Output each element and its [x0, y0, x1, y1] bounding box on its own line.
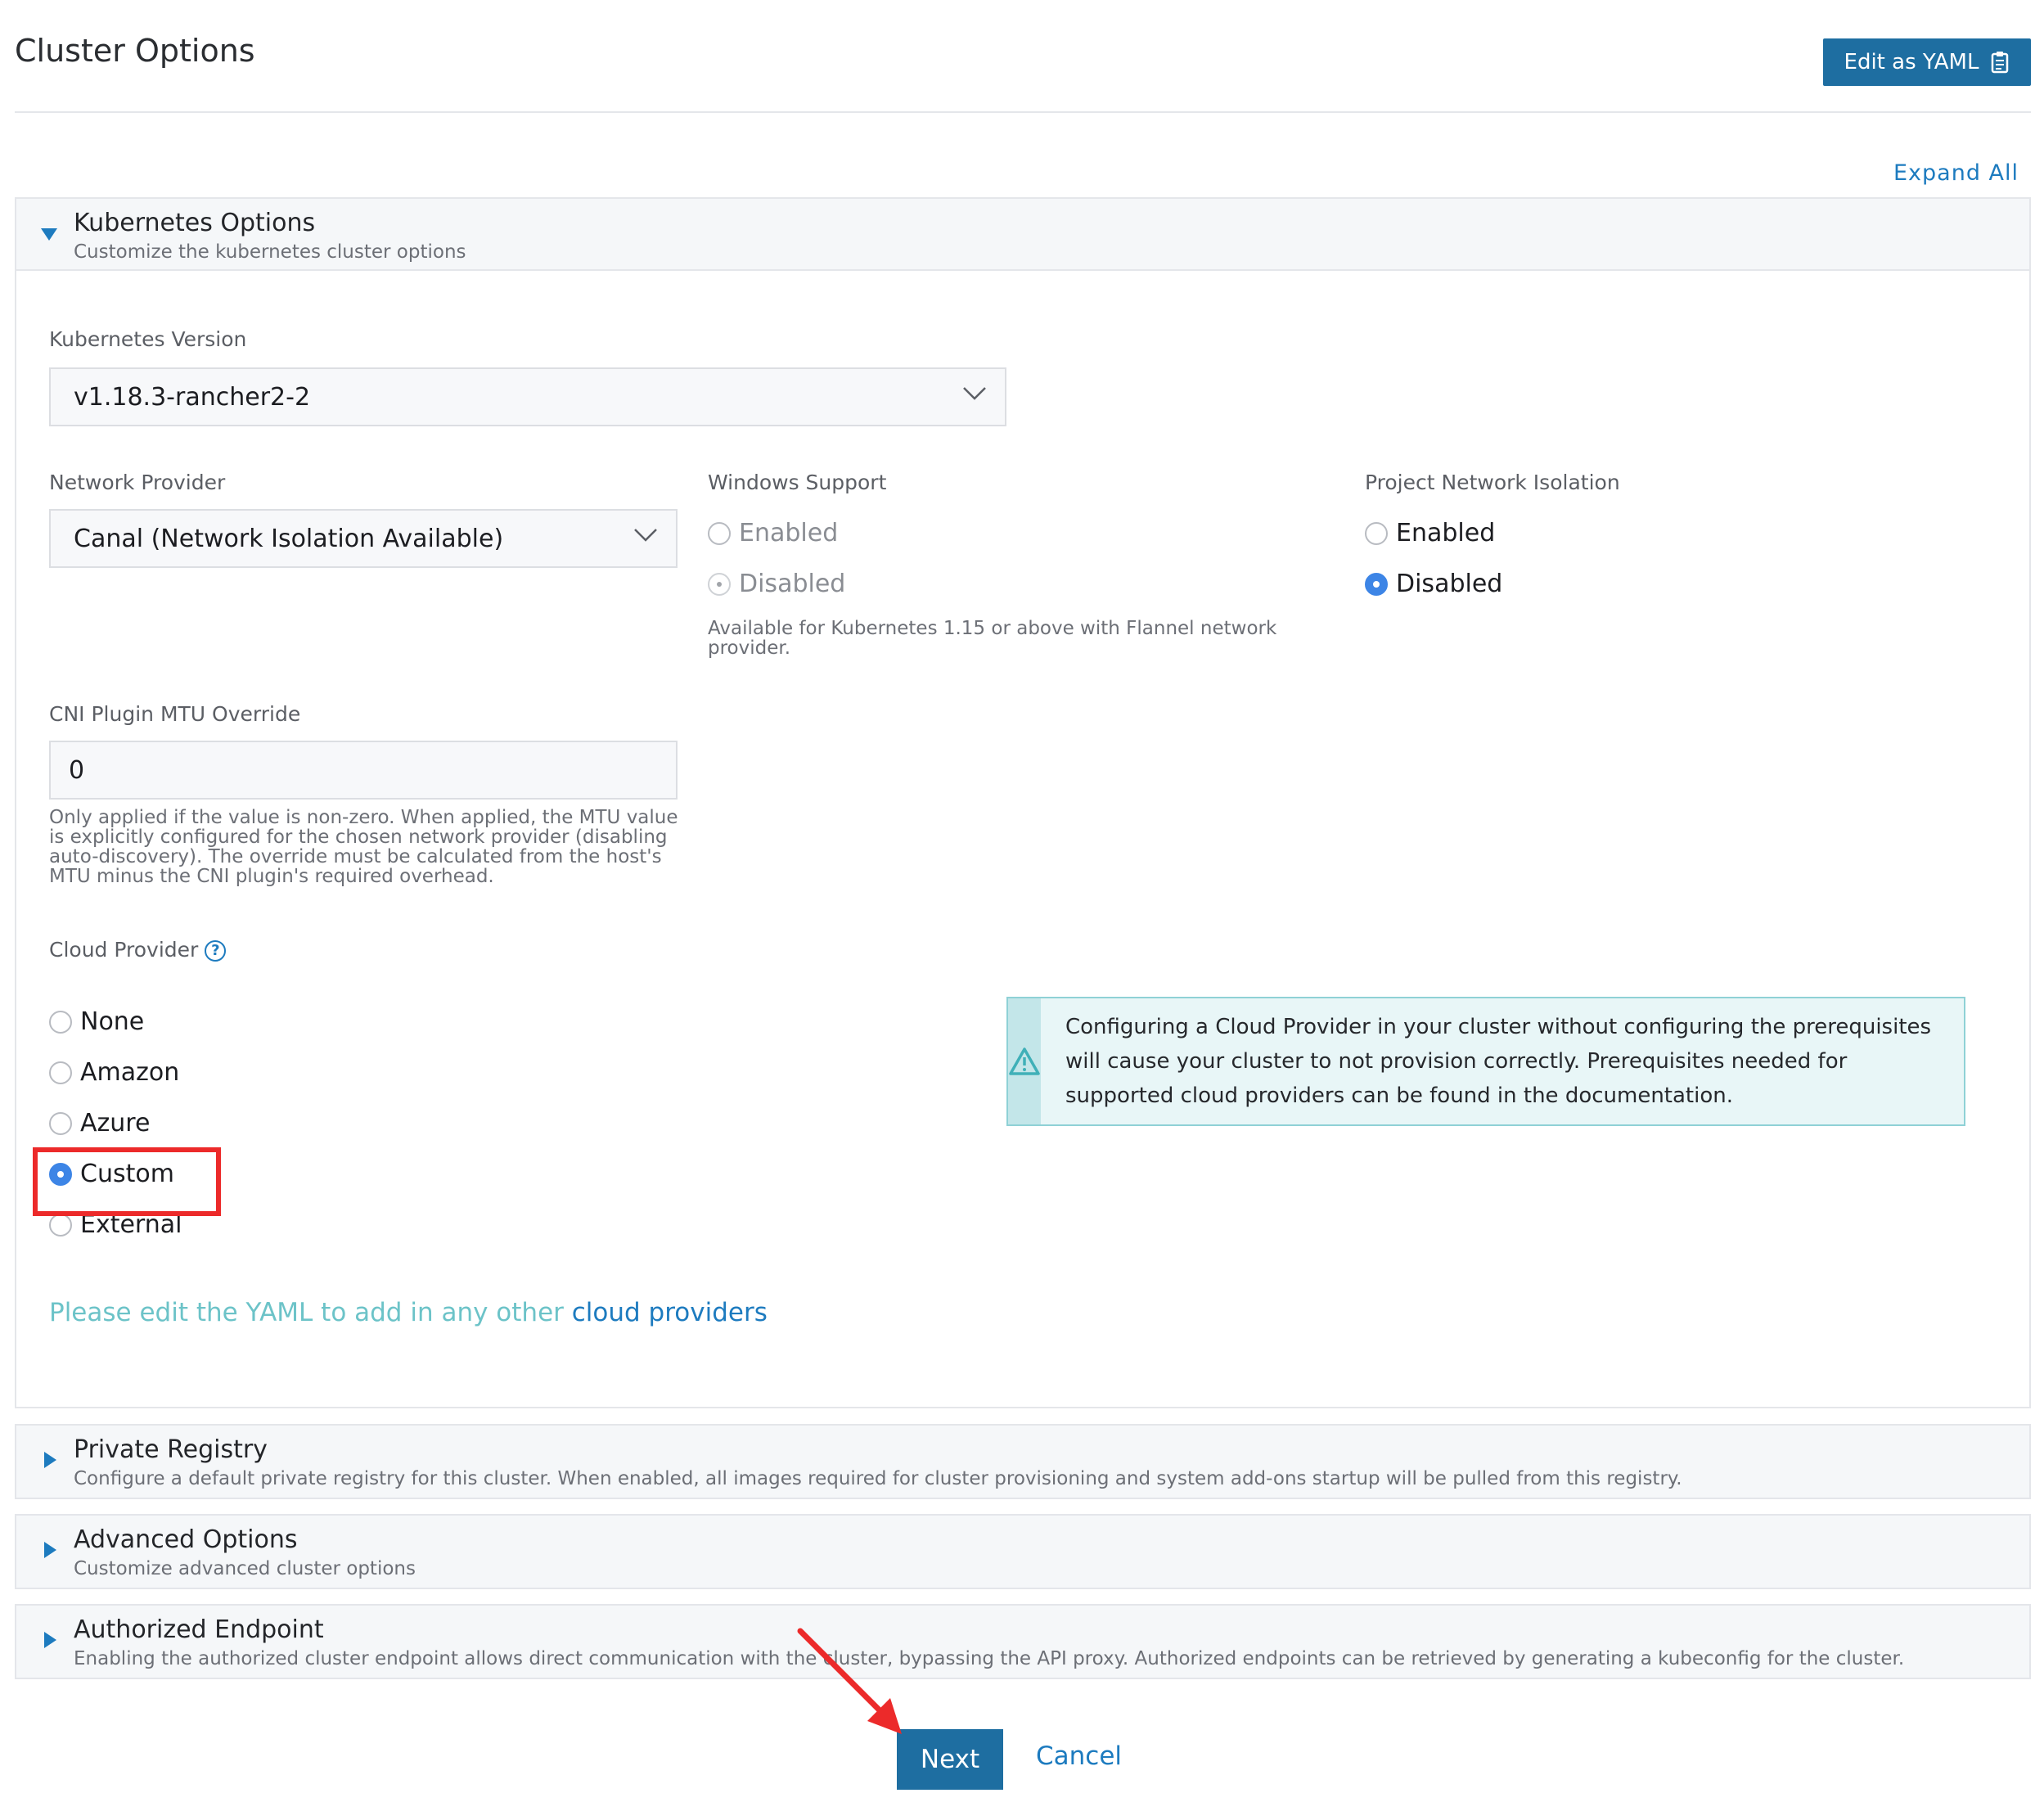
panel-title: Private Registry: [74, 1435, 268, 1464]
cancel-button[interactable]: Cancel: [1036, 1741, 1122, 1771]
kubernetes-version-select[interactable]: v1.18.3-rancher2-2: [49, 367, 1006, 426]
radio-button[interactable]: [1365, 572, 1388, 596]
warning-icon-container: [1008, 998, 1041, 1124]
cloud-provider-label-text: Cloud Provider: [49, 938, 199, 962]
radio-label: Enabled: [739, 519, 839, 547]
radio-button[interactable]: [49, 1111, 72, 1135]
page-title: Cluster Options: [15, 33, 255, 69]
cloud-providers-link[interactable]: cloud providers: [572, 1298, 768, 1327]
yaml-hint-text: Please edit the YAML to add in any other: [49, 1298, 564, 1327]
radio-label: Disabled: [739, 570, 846, 598]
edit-as-yaml-button[interactable]: Edit as YAML: [1823, 38, 2031, 86]
windows-support-enabled-radio[interactable]: Enabled: [708, 519, 838, 547]
radio-label: Azure: [80, 1109, 151, 1138]
chevron-down-icon: [634, 529, 657, 542]
panel-title: Authorized Endpoint: [74, 1615, 324, 1644]
cloud-provider-none-radio[interactable]: None: [49, 1007, 144, 1036]
caret-down-icon: [41, 228, 57, 241]
annotation-arrow-icon: [797, 1628, 902, 1734]
mtu-label: CNI Plugin MTU Override: [49, 702, 301, 726]
kubernetes-version-value: v1.18.3-rancher2-2: [74, 382, 311, 412]
panel-title: Advanced Options: [74, 1525, 298, 1554]
radio-label: Amazon: [80, 1058, 180, 1087]
authorized-endpoint-panel[interactable]: Authorized Endpoint Enabling the authori…: [15, 1604, 2031, 1679]
windows-support-label: Windows Support: [708, 471, 887, 494]
cloud-provider-warning: Configuring a Cloud Provider in your clu…: [1006, 997, 1965, 1126]
warning-icon: [1009, 1047, 1040, 1075]
caret-right-icon: [44, 1632, 56, 1648]
project-isolation-enabled-radio[interactable]: Enabled: [1365, 519, 1495, 547]
advanced-options-panel[interactable]: Advanced Options Customize advanced clus…: [15, 1514, 2031, 1589]
radio-label: None: [80, 1007, 145, 1036]
caret-right-icon: [44, 1452, 56, 1468]
project-isolation-disabled-radio[interactable]: Disabled: [1365, 570, 1502, 598]
panel-subtitle: Enabling the authorized cluster endpoint…: [74, 1648, 1905, 1669]
mtu-input[interactable]: 0: [49, 741, 678, 800]
windows-support-disabled-radio[interactable]: Disabled: [708, 570, 845, 598]
radio-button[interactable]: [49, 1010, 72, 1034]
panel-subtitle: Customize the kubernetes cluster options: [74, 241, 466, 263]
radio-button[interactable]: [49, 1061, 72, 1084]
edit-as-yaml-label: Edit as YAML: [1844, 50, 1979, 74]
network-provider-value: Canal (Network Isolation Available): [74, 524, 504, 553]
windows-support-help: Available for Kubernetes 1.15 or above w…: [708, 618, 1277, 659]
radio-button[interactable]: [49, 1213, 72, 1237]
radio-button[interactable]: [1365, 521, 1388, 545]
radio-button[interactable]: [708, 572, 731, 596]
cloud-provider-amazon-radio[interactable]: Amazon: [49, 1058, 179, 1087]
panel-subtitle: Configure a default private registry for…: [74, 1468, 1682, 1489]
kubernetes-options-header[interactable]: Kubernetes Options Customize the kuberne…: [16, 199, 2029, 271]
cloud-provider-azure-radio[interactable]: Azure: [49, 1109, 150, 1138]
network-provider-select[interactable]: Canal (Network Isolation Available): [49, 509, 678, 568]
panel-title: Kubernetes Options: [74, 209, 316, 237]
network-provider-label: Network Provider: [49, 471, 226, 494]
mtu-help: Only applied if the value is non-zero. W…: [49, 807, 678, 887]
mtu-value: 0: [69, 755, 85, 785]
header-divider: [15, 111, 2031, 113]
help-icon[interactable]: ?: [205, 940, 227, 962]
clipboard-icon: [1992, 52, 2009, 74]
radio-label: Disabled: [1396, 570, 1503, 598]
expand-all-link[interactable]: Expand All: [1893, 160, 2019, 186]
kubernetes-version-label: Kubernetes Version: [49, 327, 247, 351]
radio-label: Enabled: [1396, 519, 1496, 547]
yaml-hint: Please edit the YAML to add in any other…: [49, 1298, 768, 1327]
chevron-down-icon: [963, 387, 986, 400]
radio-button[interactable]: [708, 521, 731, 545]
caret-right-icon: [44, 1542, 56, 1558]
cloud-provider-label: Cloud Provider?: [49, 938, 227, 962]
private-registry-panel[interactable]: Private Registry Configure a default pri…: [15, 1424, 2031, 1499]
project-isolation-label: Project Network Isolation: [1365, 471, 1620, 494]
warning-text: Configuring a Cloud Provider in your clu…: [1065, 1015, 1932, 1108]
annotation-highlight-box: [33, 1147, 221, 1216]
panel-subtitle: Customize advanced cluster options: [74, 1558, 416, 1579]
